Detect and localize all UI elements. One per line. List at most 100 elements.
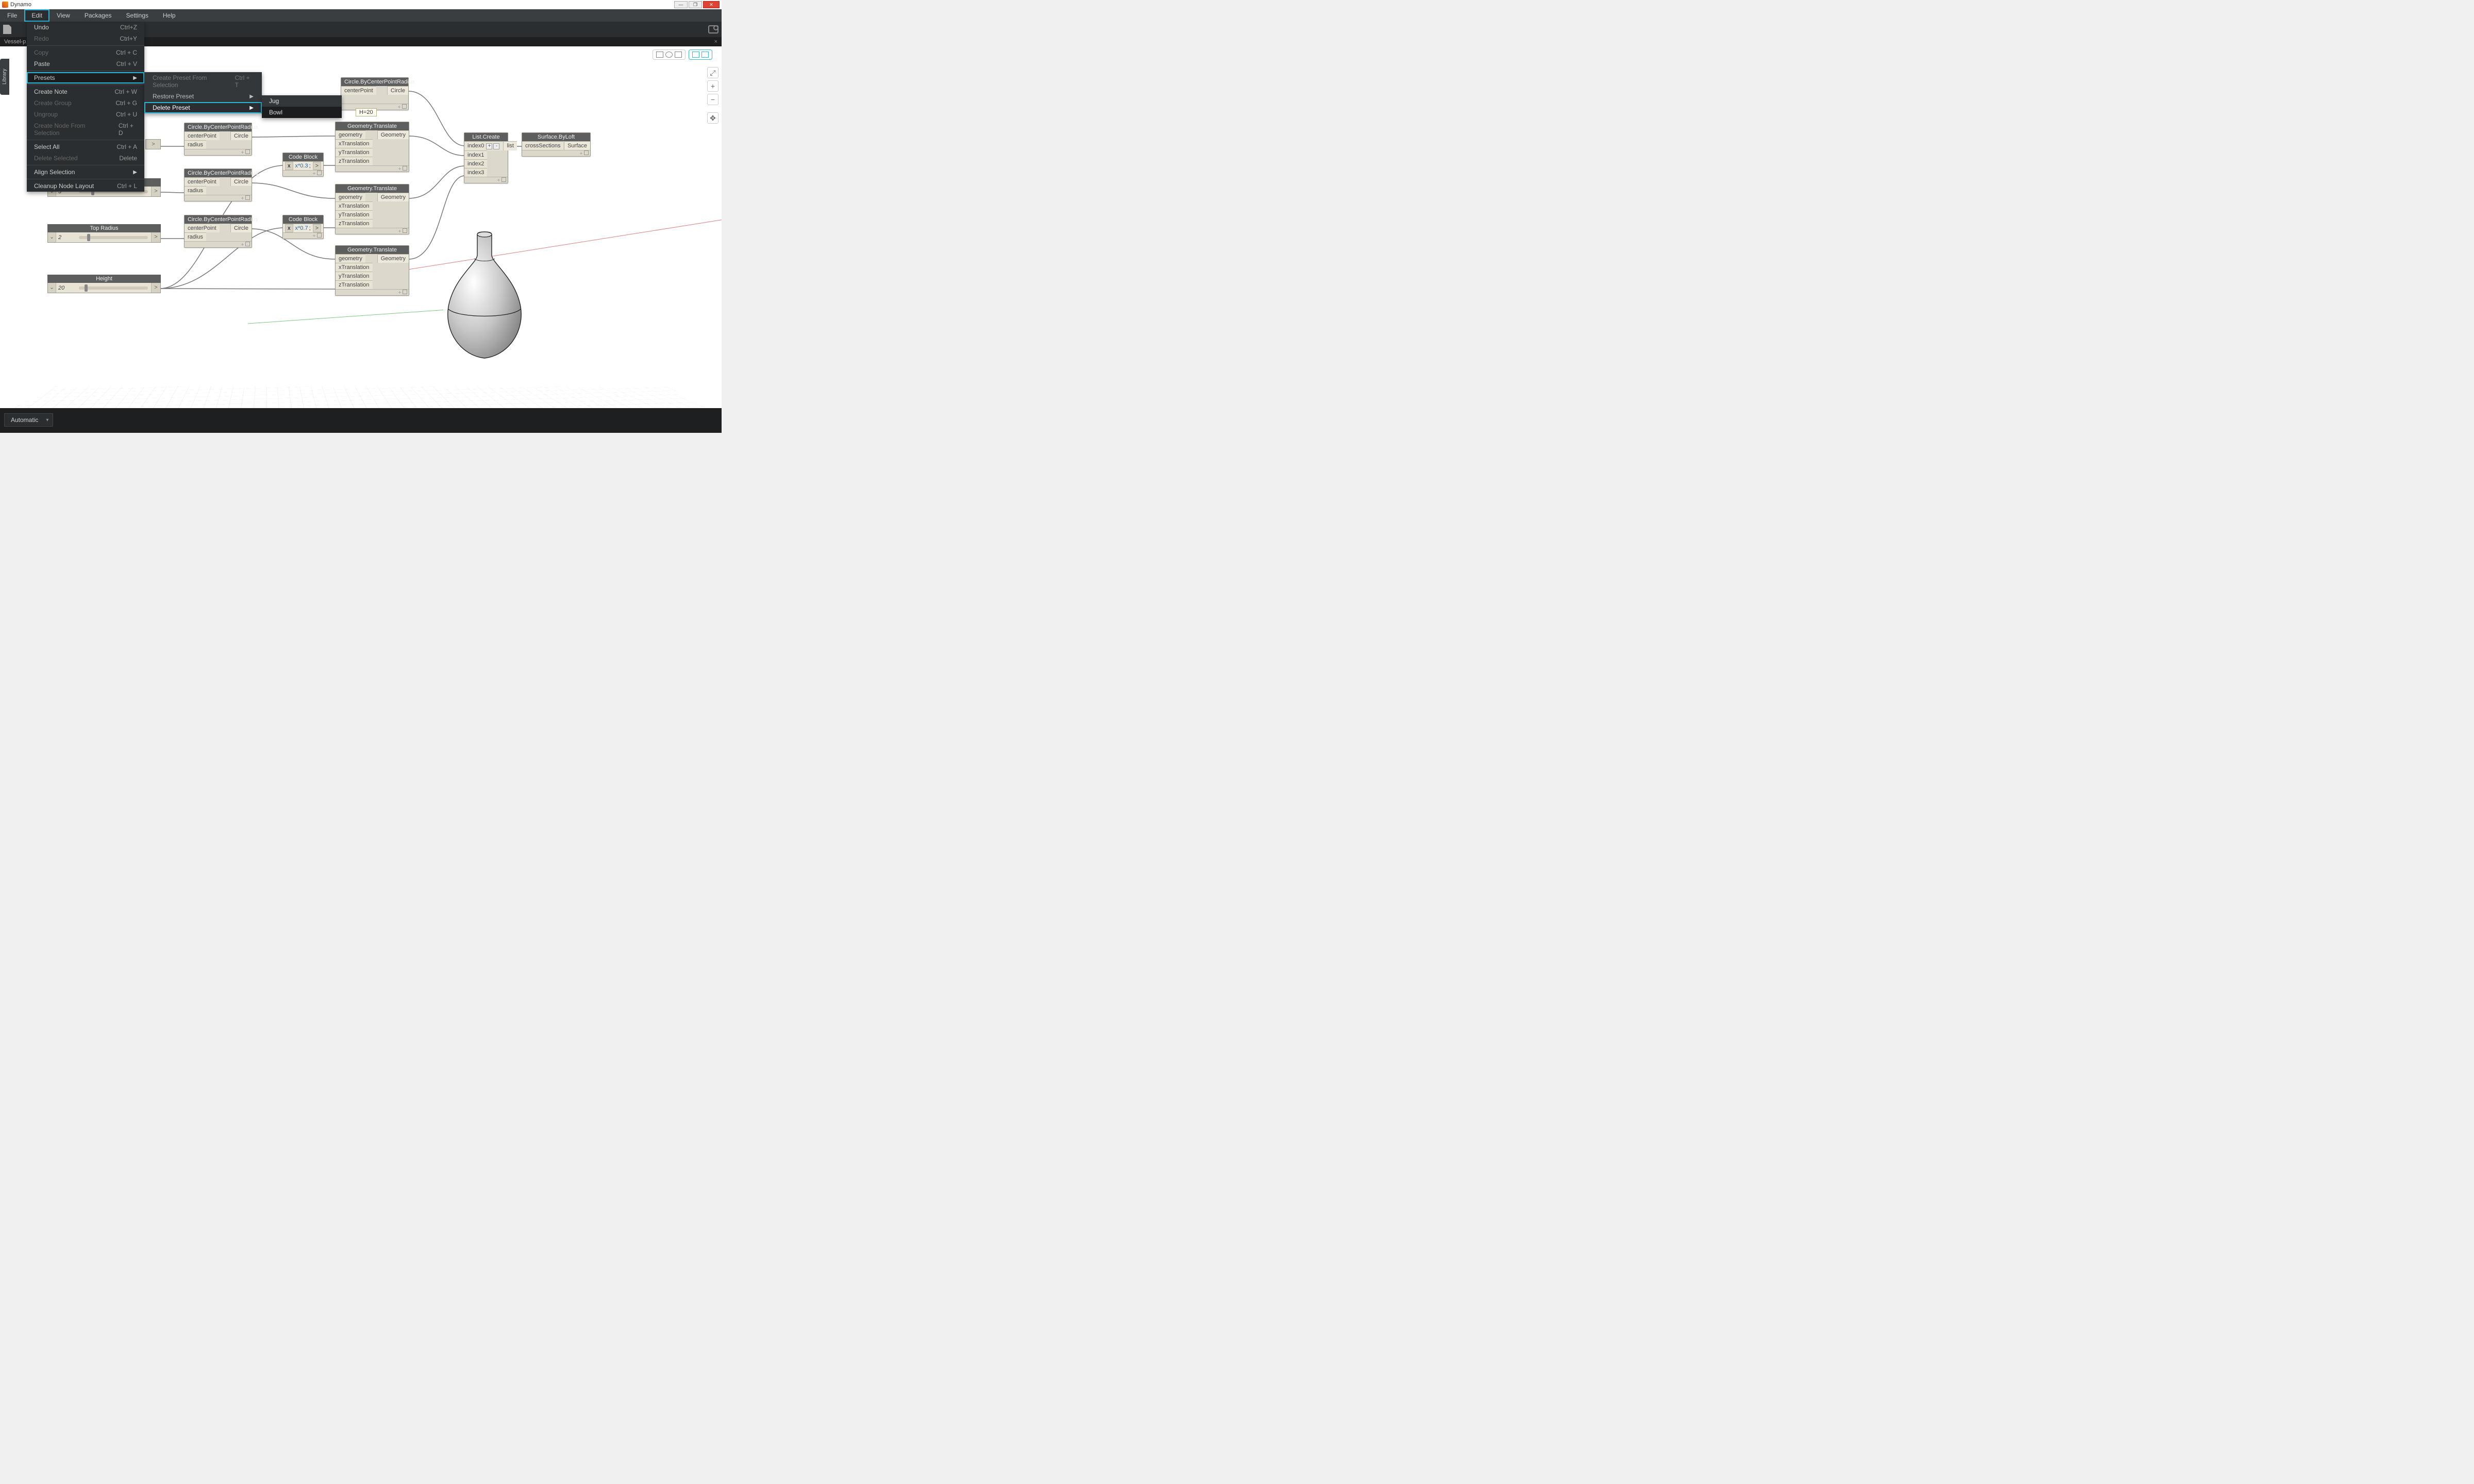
node-codeblock-2[interactable]: Code Block xx*0.7;> [282, 215, 324, 239]
port-index0[interactable]: index0 +- [464, 141, 503, 150]
pan-button[interactable]: ✥ [707, 112, 718, 124]
edit-copy[interactable]: CopyCtrl + C [27, 47, 144, 58]
slider-value[interactable]: 2 [56, 234, 76, 241]
preset-restore[interactable]: Restore Preset▶ [144, 91, 262, 102]
code-var[interactable]: x [285, 224, 293, 232]
edit-create-group[interactable]: Create GroupCtrl + G [27, 97, 144, 109]
output-port[interactable]: > [151, 283, 160, 293]
menu-file[interactable]: File [0, 9, 24, 22]
edit-ungroup[interactable]: UngroupCtrl + U [27, 109, 144, 120]
edit-presets[interactable]: Presets▶ [27, 72, 144, 83]
port-centerpoint[interactable]: centerPoint [185, 224, 220, 232]
add-port-button[interactable]: + [486, 143, 492, 149]
slider-top-radius[interactable]: Top Radius ⌄ 2 > [47, 224, 161, 243]
port-index2[interactable]: index2 [464, 159, 487, 168]
port-circle-out[interactable]: Circle [230, 224, 252, 232]
node-codeblock-1[interactable]: Code Block xx*0.3;> [282, 153, 324, 177]
port-circle-out[interactable]: Circle [230, 177, 252, 186]
port-radius[interactable]: radius [185, 186, 206, 195]
edit-redo[interactable]: RedoCtrl+Y [27, 33, 144, 44]
port-xtrans[interactable]: xTranslation [336, 201, 373, 210]
remove-port-button[interactable]: - [493, 143, 499, 149]
tab-close-icon[interactable]: × [714, 39, 717, 45]
library-tab[interactable]: Library [0, 59, 9, 95]
port-surface-out[interactable]: Surface [564, 141, 590, 150]
menu-settings[interactable]: Settings [119, 9, 156, 22]
slider-track[interactable] [79, 236, 148, 239]
port-centerpoint[interactable]: centerPoint [341, 86, 376, 95]
slider-track[interactable] [79, 286, 148, 290]
port-centerpoint[interactable]: centerPoint [185, 177, 220, 186]
edit-create-node-from-selection[interactable]: Create Node From SelectionCtrl + D [27, 120, 144, 139]
zoom-fit-button[interactable]: ⤢ [707, 67, 718, 78]
code-expression[interactable]: x*0.7 [295, 225, 308, 231]
expand-icon[interactable]: ⌄ [48, 283, 56, 293]
output-port[interactable]: > [151, 232, 160, 242]
node-circle-top[interactable]: Circle.ByCenterPointRadius centerPointCi… [341, 77, 409, 110]
edit-cleanup-layout[interactable]: Cleanup Node LayoutCtrl + L [27, 180, 144, 192]
preset-delete[interactable]: Delete Preset▶ [144, 102, 262, 113]
port-circle-out[interactable]: Circle [387, 86, 408, 95]
port-centerpoint[interactable]: centerPoint [185, 131, 220, 140]
menu-view[interactable]: View [49, 9, 77, 22]
port-index1[interactable]: index1 [464, 150, 487, 159]
port-geometry-out[interactable]: Geometry [377, 130, 409, 139]
port-ztrans[interactable]: zTranslation [336, 219, 373, 228]
edit-undo[interactable]: UndoCtrl+Z [27, 22, 144, 33]
edit-align-selection[interactable]: Align Selection▶ [27, 166, 144, 178]
slider-output-stub[interactable]: > [145, 139, 161, 149]
node-circle-3[interactable]: Circle.ByCenterPointRadius centerPointCi… [184, 215, 252, 248]
node-circle-1[interactable]: Circle.ByCenterPointRadius centerPointCi… [184, 123, 252, 156]
port-index3[interactable]: index3 [464, 168, 487, 177]
edit-delete-selected[interactable]: Delete SelectedDelete [27, 153, 144, 164]
edit-create-note[interactable]: Create NoteCtrl + W [27, 86, 144, 97]
node-surface-byloft[interactable]: Surface.ByLoft crossSectionsSurface [522, 132, 591, 157]
code-var[interactable]: x [285, 162, 293, 170]
geometry-view-toggle[interactable] [653, 49, 686, 60]
zoom-out-button[interactable]: − [707, 94, 718, 105]
graph-view-toggle[interactable] [689, 49, 712, 60]
camera-icon[interactable] [708, 25, 718, 33]
menu-help[interactable]: Help [156, 9, 183, 22]
port-geometry[interactable]: geometry [336, 254, 365, 263]
code-expression[interactable]: x*0.3 [295, 163, 308, 169]
port-xtrans[interactable]: xTranslation [336, 139, 373, 148]
port-xtrans[interactable]: xTranslation [336, 263, 373, 272]
preset-create-from-selection[interactable]: Create Preset From SelectionCtrl + T [144, 72, 262, 91]
node-translate-1[interactable]: Geometry.Translate geometryGeometry xTra… [335, 122, 409, 172]
port-ytrans[interactable]: yTranslation [336, 148, 373, 157]
port-radius[interactable]: radius [185, 232, 206, 241]
output-port[interactable]: > [313, 162, 321, 170]
port-ytrans[interactable]: yTranslation [336, 210, 373, 219]
port-geometry-out[interactable]: Geometry [377, 193, 409, 201]
new-file-icon[interactable] [3, 25, 11, 34]
expand-icon[interactable]: ⌄ [48, 232, 56, 242]
port-cross-sections[interactable]: crossSections [522, 141, 563, 150]
port-ztrans[interactable]: zTranslation [336, 280, 373, 289]
menu-packages[interactable]: Packages [77, 9, 119, 22]
edit-paste[interactable]: PasteCtrl + V [27, 58, 144, 70]
output-port[interactable]: > [151, 187, 160, 196]
port-geometry-out[interactable]: Geometry [377, 254, 409, 263]
slider-value[interactable]: 20 [56, 285, 76, 291]
node-translate-2[interactable]: Geometry.Translate geometryGeometry xTra… [335, 184, 409, 234]
zoom-in-button[interactable]: + [707, 80, 718, 92]
run-mode-dropdown[interactable]: Automatic [4, 413, 53, 427]
preset-item-bowl[interactable]: Bowl [262, 107, 342, 118]
slider-height[interactable]: Height ⌄ 20 > [47, 275, 161, 293]
close-button[interactable]: ✕ [703, 1, 720, 8]
node-list-create[interactable]: List.Create index0 +-list index1 index2 … [464, 132, 508, 183]
port-radius[interactable]: radius [185, 140, 206, 149]
port-geometry[interactable]: geometry [336, 130, 365, 139]
minimize-button[interactable]: — [674, 1, 688, 8]
port-circle-out[interactable]: Circle [230, 131, 252, 140]
port-ztrans[interactable]: zTranslation [336, 157, 373, 165]
edit-select-all[interactable]: Select AllCtrl + A [27, 141, 144, 153]
port-geometry[interactable]: geometry [336, 193, 365, 201]
preset-item-jug[interactable]: Jug [262, 95, 342, 107]
port-ytrans[interactable]: yTranslation [336, 272, 373, 280]
port-list-out[interactable]: list [503, 141, 516, 150]
node-translate-3[interactable]: Geometry.Translate geometryGeometry xTra… [335, 245, 409, 296]
node-circle-2[interactable]: Circle.ByCenterPointRadius centerPointCi… [184, 168, 252, 201]
menu-edit[interactable]: Edit [24, 9, 49, 22]
